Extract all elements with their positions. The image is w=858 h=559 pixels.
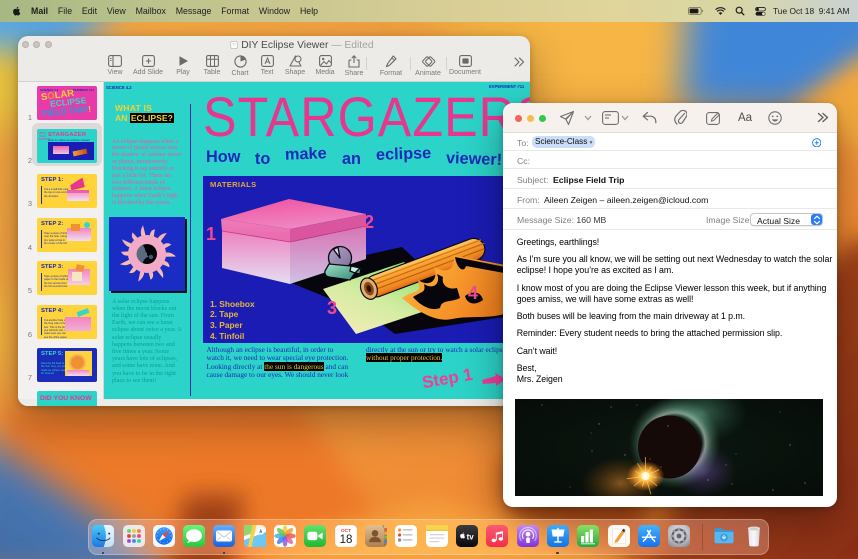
svg-text:18: 18: [339, 534, 352, 546]
svg-text:tv: tv: [466, 533, 474, 542]
